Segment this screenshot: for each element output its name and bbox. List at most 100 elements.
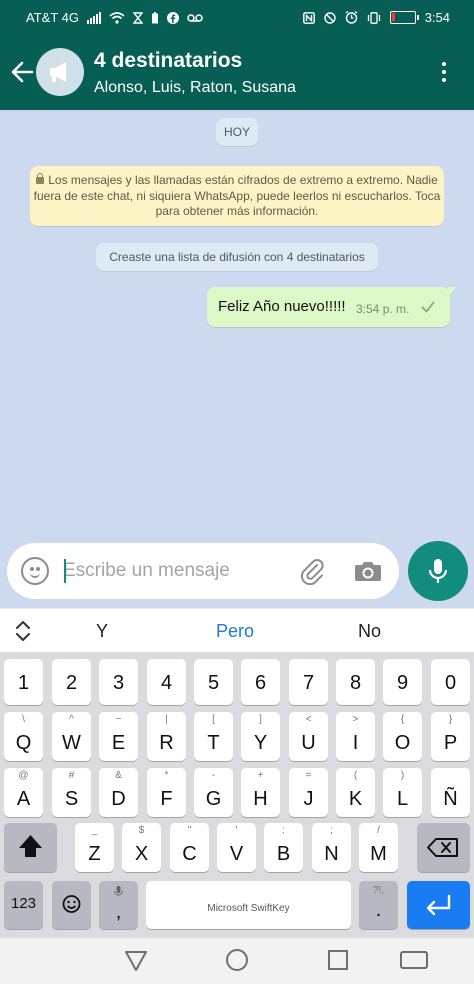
- battery-icon: [389, 11, 419, 24]
- suggestion-2[interactable]: Pero: [216, 621, 254, 642]
- more-vert-icon[interactable]: [432, 56, 456, 88]
- text-caret: [64, 559, 66, 583]
- broadcast-megaphone-icon: [50, 62, 66, 82]
- shift-key[interactable]: [4, 823, 57, 872]
- date-label: HOY: [216, 118, 258, 146]
- key-0[interactable]: 0: [431, 659, 470, 705]
- key-1[interactable]: 1: [4, 659, 43, 705]
- message-time: 3:54 p. m.: [356, 302, 410, 316]
- arrow-left-icon[interactable]: [8, 56, 36, 88]
- battery-level: [391, 13, 395, 21]
- key-t[interactable]: [T: [194, 712, 233, 761]
- key-g[interactable]: -G: [194, 768, 233, 817]
- nav-home-icon[interactable]: [226, 949, 248, 971]
- outgoing-message[interactable]: Feliz Año nuevo!!!!! 3:54 p. m.: [207, 287, 457, 327]
- space-key[interactable]: Microsoft SwiftKey: [146, 881, 351, 929]
- numbers-key[interactable]: 123: [4, 881, 43, 929]
- comma-key[interactable]: ,: [99, 881, 138, 929]
- shift-icon: [19, 835, 42, 857]
- key-8[interactable]: 8: [336, 659, 375, 705]
- mic-button[interactable]: [408, 541, 468, 601]
- chat-header: 4 destinatarios Alonso, Luis, Raton, Sus…: [0, 36, 474, 110]
- hourglass-icon: [132, 11, 143, 24]
- backspace-icon: [427, 838, 458, 857]
- emoji-icon: [62, 895, 81, 913]
- key-f[interactable]: * F: [147, 768, 186, 817]
- message-composer: [7, 543, 399, 599]
- paperclip-icon[interactable]: [297, 557, 327, 585]
- emoji-icon[interactable]: [21, 557, 49, 585]
- voicemail-icon: [187, 13, 203, 22]
- key-z[interactable]: _ Z: [75, 823, 114, 872]
- facebook-icon: [166, 11, 179, 24]
- space-label: Microsoft SwiftKey: [207, 903, 290, 914]
- key-r[interactable]: | R: [147, 712, 186, 761]
- clock: 3:54: [424, 10, 450, 25]
- key-s[interactable]: # S: [52, 768, 91, 817]
- key-k[interactable]: (K: [336, 768, 375, 817]
- camera-icon[interactable]: [354, 559, 382, 583]
- key-d[interactable]: & D: [99, 768, 138, 817]
- key-h[interactable]: + H: [241, 768, 280, 817]
- key-l[interactable]: ) L: [383, 768, 422, 817]
- key-i[interactable]: > I: [336, 712, 375, 761]
- message-text: Feliz Año nuevo!!!!!: [218, 298, 346, 315]
- chat-title[interactable]: 4 destinatarios: [94, 49, 242, 73]
- suggestion-bar: Y Pero No: [0, 608, 474, 652]
- key-v[interactable]: ' V: [217, 823, 256, 872]
- keyboard: 1 2 3 4 5 6 7 8 9 0 \ Q ^ W ~ E | R [T ] Y < U…: [0, 652, 474, 938]
- battery-saver-icon: [151, 11, 158, 23]
- nfc-icon: [302, 11, 315, 24]
- alarm-icon: [345, 11, 358, 24]
- key-p[interactable]: } P: [431, 712, 470, 761]
- signal-icon: [86, 11, 101, 24]
- system-message: Creaste una lista de difusión con 4 dest…: [96, 243, 378, 271]
- lock-icon: [36, 173, 45, 185]
- suggestion-3[interactable]: No: [358, 621, 381, 642]
- key-e[interactable]: ~ E: [99, 712, 138, 761]
- key-n[interactable]: ; N: [312, 823, 351, 872]
- key-w[interactable]: ^ W: [52, 712, 91, 761]
- avatar[interactable]: [36, 48, 84, 96]
- message-input[interactable]: [63, 555, 283, 587]
- mic-icon: [428, 559, 448, 583]
- enter-key[interactable]: [407, 881, 470, 929]
- system-nav-bar: [0, 938, 474, 984]
- key-x[interactable]: $ X: [122, 823, 161, 872]
- period-key[interactable]: ?!, .: [359, 881, 398, 929]
- key-c[interactable]: " C: [170, 823, 209, 872]
- expand-toggle-icon[interactable]: [14, 619, 32, 643]
- key-u[interactable]: < U: [289, 712, 328, 761]
- key-3[interactable]: 3: [99, 659, 138, 705]
- key-j[interactable]: = J: [289, 768, 328, 817]
- backspace-key[interactable]: [417, 823, 470, 872]
- wifi-icon: [109, 11, 125, 24]
- encryption-notice[interactable]: Los mensajes y las llamadas están cifrad…: [30, 166, 444, 226]
- key-q[interactable]: \ Q: [4, 712, 43, 761]
- emoji-key[interactable]: [52, 881, 91, 929]
- key-b[interactable]: :B: [264, 823, 303, 872]
- key-y[interactable]: ] Y: [241, 712, 280, 761]
- key-m[interactable]: / M: [359, 823, 398, 872]
- key-6[interactable]: 6: [241, 659, 280, 705]
- key-4[interactable]: 4: [147, 659, 186, 705]
- nav-back-icon[interactable]: [124, 950, 148, 972]
- vibrate-icon: [367, 11, 380, 24]
- check-icon: [421, 301, 435, 313]
- key-enye[interactable]: Ñ: [431, 768, 470, 817]
- key-7[interactable]: 7: [289, 659, 328, 705]
- key-a[interactable]: @ A: [4, 768, 43, 817]
- chat-subtitle[interactable]: Alonso, Luis, Raton, Susana: [94, 79, 296, 97]
- status-bar: AT&T 4G 3:54: [0, 0, 474, 36]
- key-5[interactable]: 5: [194, 659, 233, 705]
- suggestion-1[interactable]: Y: [96, 621, 108, 642]
- mic-icon: [114, 886, 123, 896]
- key-o[interactable]: {O: [383, 712, 422, 761]
- nav-recents-icon[interactable]: [328, 950, 348, 970]
- key-2[interactable]: 2: [52, 659, 91, 705]
- key-9[interactable]: 9: [383, 659, 422, 705]
- chat-area[interactable]: HOY Los mensajes y las llamadas están ci…: [0, 110, 474, 608]
- enter-icon: [426, 894, 451, 916]
- keyboard-switch-icon[interactable]: [400, 951, 428, 969]
- encryption-notice-text: Los mensajes y las llamadas están cifrad…: [33, 173, 441, 218]
